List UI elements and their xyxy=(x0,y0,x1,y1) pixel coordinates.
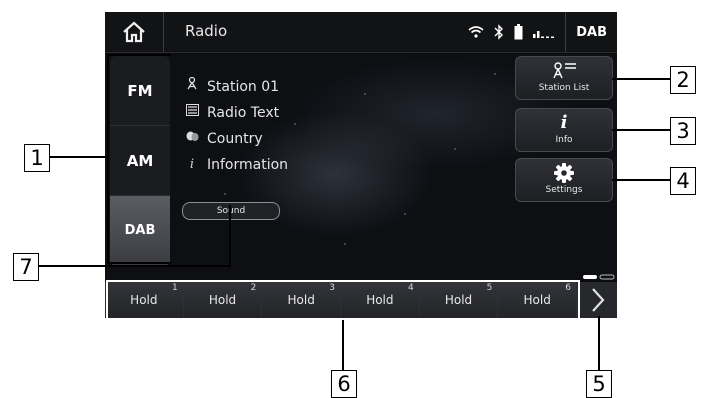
station-name-row: Station 01 xyxy=(185,74,288,100)
callout-line-2 xyxy=(612,78,670,80)
preset-bar-outline xyxy=(106,280,580,324)
station-list-button[interactable]: Station List xyxy=(515,56,613,100)
callout-line-6 xyxy=(342,320,344,372)
callout-7: 7 xyxy=(13,253,39,281)
antenna-icon xyxy=(185,74,199,100)
callout-6: 6 xyxy=(331,370,357,398)
chevron-right-icon xyxy=(592,288,605,312)
sound-button[interactable]: Sound xyxy=(182,202,280,220)
radio-text: Radio Text xyxy=(207,105,280,121)
information: Information xyxy=(207,157,289,173)
band-indicator: DAB xyxy=(565,12,607,52)
status-area: DAB xyxy=(468,12,617,52)
home-button[interactable] xyxy=(105,12,164,52)
callout-3: 3 xyxy=(670,117,696,145)
home-icon xyxy=(123,21,145,43)
radio-screen: Radio DAB FM AM DAB Station 01 Radio Tex… xyxy=(105,12,617,318)
genre: Country xyxy=(207,131,263,147)
bluetooth-icon xyxy=(494,24,504,40)
battery-icon xyxy=(514,24,523,40)
wifi-icon xyxy=(468,26,484,38)
station-name: Station 01 xyxy=(207,79,280,95)
page-indicator xyxy=(583,274,615,280)
callout-2: 2 xyxy=(670,66,696,94)
gear-icon xyxy=(554,163,574,183)
station-list-label: Station List xyxy=(538,83,590,93)
station-list-icon xyxy=(553,62,576,79)
info-icon: i xyxy=(560,112,568,133)
callout-line-3 xyxy=(612,129,670,131)
radio-text-icon xyxy=(185,100,199,126)
genre-masks-icon xyxy=(185,126,199,152)
callout-line-5 xyxy=(598,316,600,372)
callout-1: 1 xyxy=(24,144,50,172)
settings-label: Settings xyxy=(545,185,583,195)
callout-4: 4 xyxy=(670,167,696,195)
station-info: Station 01 Radio Text Country i Informat… xyxy=(185,74,288,178)
next-preset-page-button[interactable] xyxy=(577,282,617,318)
signal-strength-icon xyxy=(533,31,555,38)
screen-title: Radio xyxy=(185,22,228,40)
genre-row: Country xyxy=(185,126,288,152)
callout-line-4 xyxy=(612,179,670,181)
band-selector-outline xyxy=(107,54,171,264)
settings-button[interactable]: Settings xyxy=(515,158,613,202)
info-i-icon: i xyxy=(189,157,195,172)
callout-5: 5 xyxy=(586,370,612,398)
info-button[interactable]: i Info xyxy=(515,108,613,152)
info-label: Info xyxy=(555,135,573,145)
callout-line-7-vertical xyxy=(229,205,231,267)
top-bar: Radio DAB xyxy=(105,12,617,53)
callout-line-7-horizontal xyxy=(37,265,231,267)
radio-text-row: Radio Text xyxy=(185,100,288,126)
information-row: i Information xyxy=(185,152,288,178)
callout-line-1 xyxy=(50,156,108,158)
